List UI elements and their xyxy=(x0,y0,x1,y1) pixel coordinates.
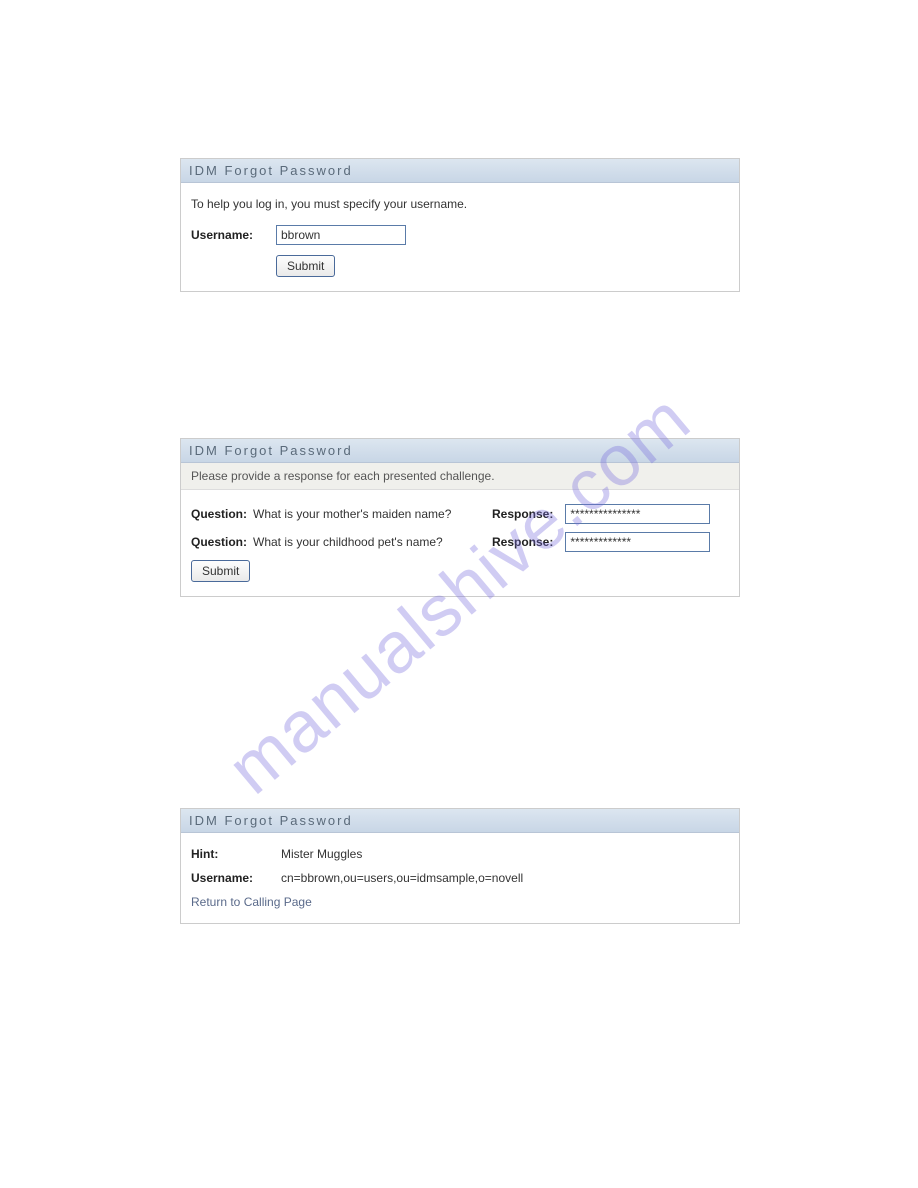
response-label: Response: xyxy=(492,535,553,549)
username-row: Username: cn=bbrown,ou=users,ou=idmsampl… xyxy=(191,871,729,885)
username-label: Username: xyxy=(191,871,281,885)
question-text: What is your mother's maiden name? xyxy=(253,507,478,521)
question-label: Question: xyxy=(191,507,247,521)
panel-title: IDM Forgot Password xyxy=(181,439,739,463)
question-label: Question: xyxy=(191,535,247,549)
panel-body: To help you log in, you must specify you… xyxy=(181,183,739,291)
forgot-password-panel-challenges: IDM Forgot Password Please provide a res… xyxy=(180,438,740,597)
panel-body: Question: What is your mother's maiden n… xyxy=(181,490,739,596)
hint-value: Mister Muggles xyxy=(281,847,362,861)
submit-row: Submit xyxy=(276,255,729,277)
username-input[interactable] xyxy=(276,225,406,245)
response-label: Response: xyxy=(492,507,553,521)
panel-body: Hint: Mister Muggles Username: cn=bbrown… xyxy=(181,833,739,923)
panel-subheader: Please provide a response for each prese… xyxy=(181,463,739,490)
hint-row: Hint: Mister Muggles xyxy=(191,847,729,861)
return-link[interactable]: Return to Calling Page xyxy=(191,895,729,909)
help-text: To help you log in, you must specify you… xyxy=(191,197,729,211)
challenge-row: Question: What is your childhood pet's n… xyxy=(191,532,729,552)
forgot-password-panel-username: IDM Forgot Password To help you log in, … xyxy=(180,158,740,292)
username-label: Username: xyxy=(191,228,266,242)
panel-title: IDM Forgot Password xyxy=(181,809,739,833)
submit-button[interactable]: Submit xyxy=(191,560,250,582)
response-input[interactable] xyxy=(565,532,710,552)
question-text: What is your childhood pet's name? xyxy=(253,535,478,549)
submit-row: Submit xyxy=(191,560,729,582)
hint-label: Hint: xyxy=(191,847,281,861)
panel-title: IDM Forgot Password xyxy=(181,159,739,183)
submit-button[interactable]: Submit xyxy=(276,255,335,277)
forgot-password-panel-result: IDM Forgot Password Hint: Mister Muggles… xyxy=(180,808,740,924)
username-row: Username: xyxy=(191,225,729,245)
username-value: cn=bbrown,ou=users,ou=idmsample,o=novell xyxy=(281,871,523,885)
response-input[interactable] xyxy=(565,504,710,524)
challenge-row: Question: What is your mother's maiden n… xyxy=(191,504,729,524)
